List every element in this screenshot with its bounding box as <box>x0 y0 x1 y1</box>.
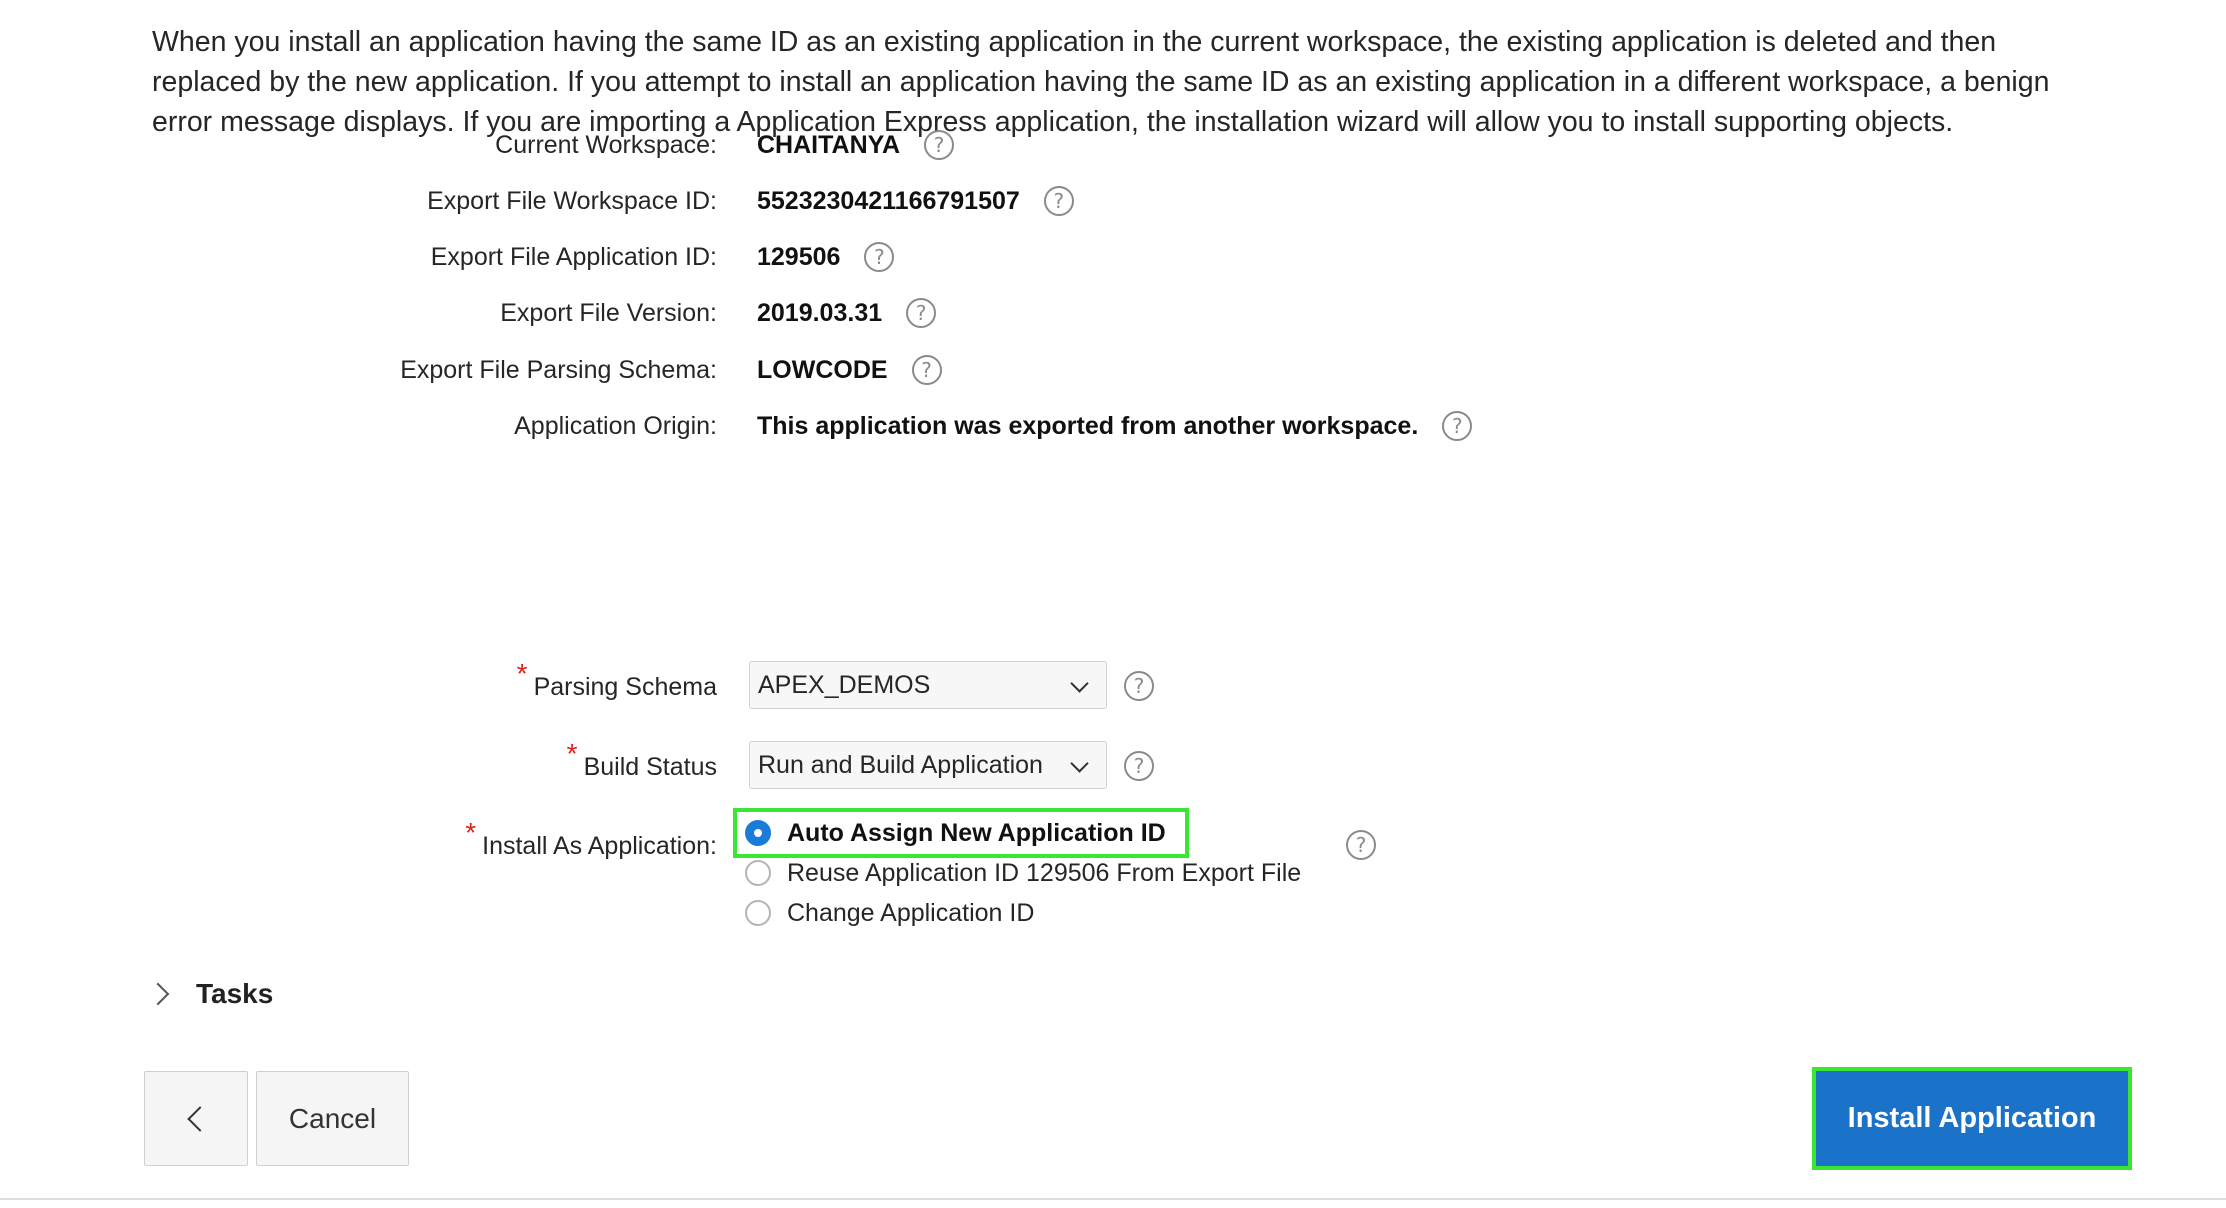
help-icon[interactable]: ? <box>906 298 937 328</box>
install-as-label: * Install As Application: <box>465 815 717 875</box>
row-export-version: Export File Version: 2019.03.31 ? <box>0 283 2226 343</box>
help-icon[interactable]: ? <box>924 130 955 160</box>
export-app-id-label: Export File Application ID: <box>430 243 717 271</box>
radio-label: Reuse Application ID 129506 From Export … <box>787 858 1302 887</box>
row-export-app-id: Export File Application ID: 129506 ? <box>0 227 2226 287</box>
chevron-right-icon <box>146 982 170 1006</box>
help-icon[interactable]: ? <box>1124 751 1154 781</box>
chevron-down-icon <box>1070 674 1089 693</box>
tasks-toggle[interactable]: Tasks <box>146 974 274 1014</box>
install-application-button[interactable]: Install Application <box>1812 1067 2132 1170</box>
export-workspace-id-text: 5523230421166791507 <box>757 187 1020 215</box>
help-icon[interactable]: ? <box>1442 411 1473 441</box>
divider <box>0 1198 2226 1200</box>
parsing-schema-label: * Parsing Schema <box>517 656 717 716</box>
export-version-text: 2019.03.31 <box>757 299 883 327</box>
build-status-select[interactable]: Run and Build Application <box>749 741 1107 789</box>
radio-button[interactable] <box>745 900 771 926</box>
help-icon[interactable]: ? <box>911 355 942 385</box>
tasks-label: Tasks <box>196 978 274 1009</box>
export-app-id-text: 129506 <box>757 243 841 271</box>
parsing-schema-selected: APEX_DEMOS <box>758 671 931 699</box>
application-origin-text: This application was exported from anoth… <box>757 412 1419 440</box>
previous-button[interactable] <box>144 1071 248 1166</box>
current-workspace-label: Current Workspace: <box>495 131 717 159</box>
export-workspace-id-label: Export File Workspace ID: <box>427 187 717 215</box>
row-export-workspace-id: Export File Workspace ID: 55232304211667… <box>0 171 2226 231</box>
required-marker: * <box>566 738 578 769</box>
build-status-label: * Build Status <box>567 736 717 796</box>
parsing-schema-label-text: Parsing Schema <box>533 673 717 701</box>
radio-label: Auto Assign New Application ID <box>787 818 1166 847</box>
row-current-workspace: Current Workspace: CHAITANYA ? <box>0 115 2226 175</box>
export-version-label: Export File Version: <box>500 299 717 327</box>
radio-button-checked[interactable] <box>745 820 771 846</box>
required-marker: * <box>465 817 477 848</box>
row-application-origin: Application Origin: This application was… <box>0 396 2226 456</box>
export-app-id-value: 129506 ? <box>757 227 895 287</box>
radio-label: Change Application ID <box>787 898 1035 927</box>
required-marker: * <box>516 658 528 689</box>
cancel-button[interactable]: Cancel <box>256 1071 409 1166</box>
row-parsing-schema: * Parsing Schema APEX_DEMOS ? <box>0 656 2226 716</box>
chevron-left-icon <box>187 1105 213 1132</box>
row-build-status: * Build Status Run and Build Application … <box>0 736 2226 796</box>
help-icon[interactable]: ? <box>1043 186 1074 216</box>
help-icon[interactable]: ? <box>1124 671 1154 701</box>
radio-button[interactable] <box>745 860 771 886</box>
radio-reuse-id[interactable]: Reuse Application ID 129506 From Export … <box>745 853 1301 893</box>
chevron-down-icon <box>1070 754 1089 773</box>
radio-change-id[interactable]: Change Application ID <box>745 893 1034 933</box>
export-parsing-schema-label: Export File Parsing Schema: <box>400 356 717 384</box>
current-workspace-value: CHAITANYA ? <box>757 115 955 175</box>
row-export-parsing-schema: Export File Parsing Schema: LOWCODE ? <box>0 340 2226 400</box>
current-workspace-text: CHAITANYA <box>757 131 901 159</box>
parsing-schema-select[interactable]: APEX_DEMOS <box>749 661 1107 709</box>
application-origin-label: Application Origin: <box>514 412 717 440</box>
export-parsing-schema-text: LOWCODE <box>757 356 888 384</box>
export-version-value: 2019.03.31 ? <box>757 283 937 343</box>
help-icon[interactable]: ? <box>864 242 895 272</box>
build-status-label-text: Build Status <box>583 753 717 781</box>
install-as-label-text: Install As Application: <box>482 832 717 860</box>
build-status-selected: Run and Build Application <box>758 751 1043 779</box>
radio-auto-assign[interactable]: Auto Assign New Application ID <box>745 813 1166 853</box>
application-origin-value: This application was exported from anoth… <box>757 396 1473 456</box>
help-icon[interactable]: ? <box>1346 830 1376 860</box>
export-workspace-id-value: 5523230421166791507 ? <box>757 171 1074 231</box>
export-parsing-schema-value: LOWCODE ? <box>757 340 942 400</box>
